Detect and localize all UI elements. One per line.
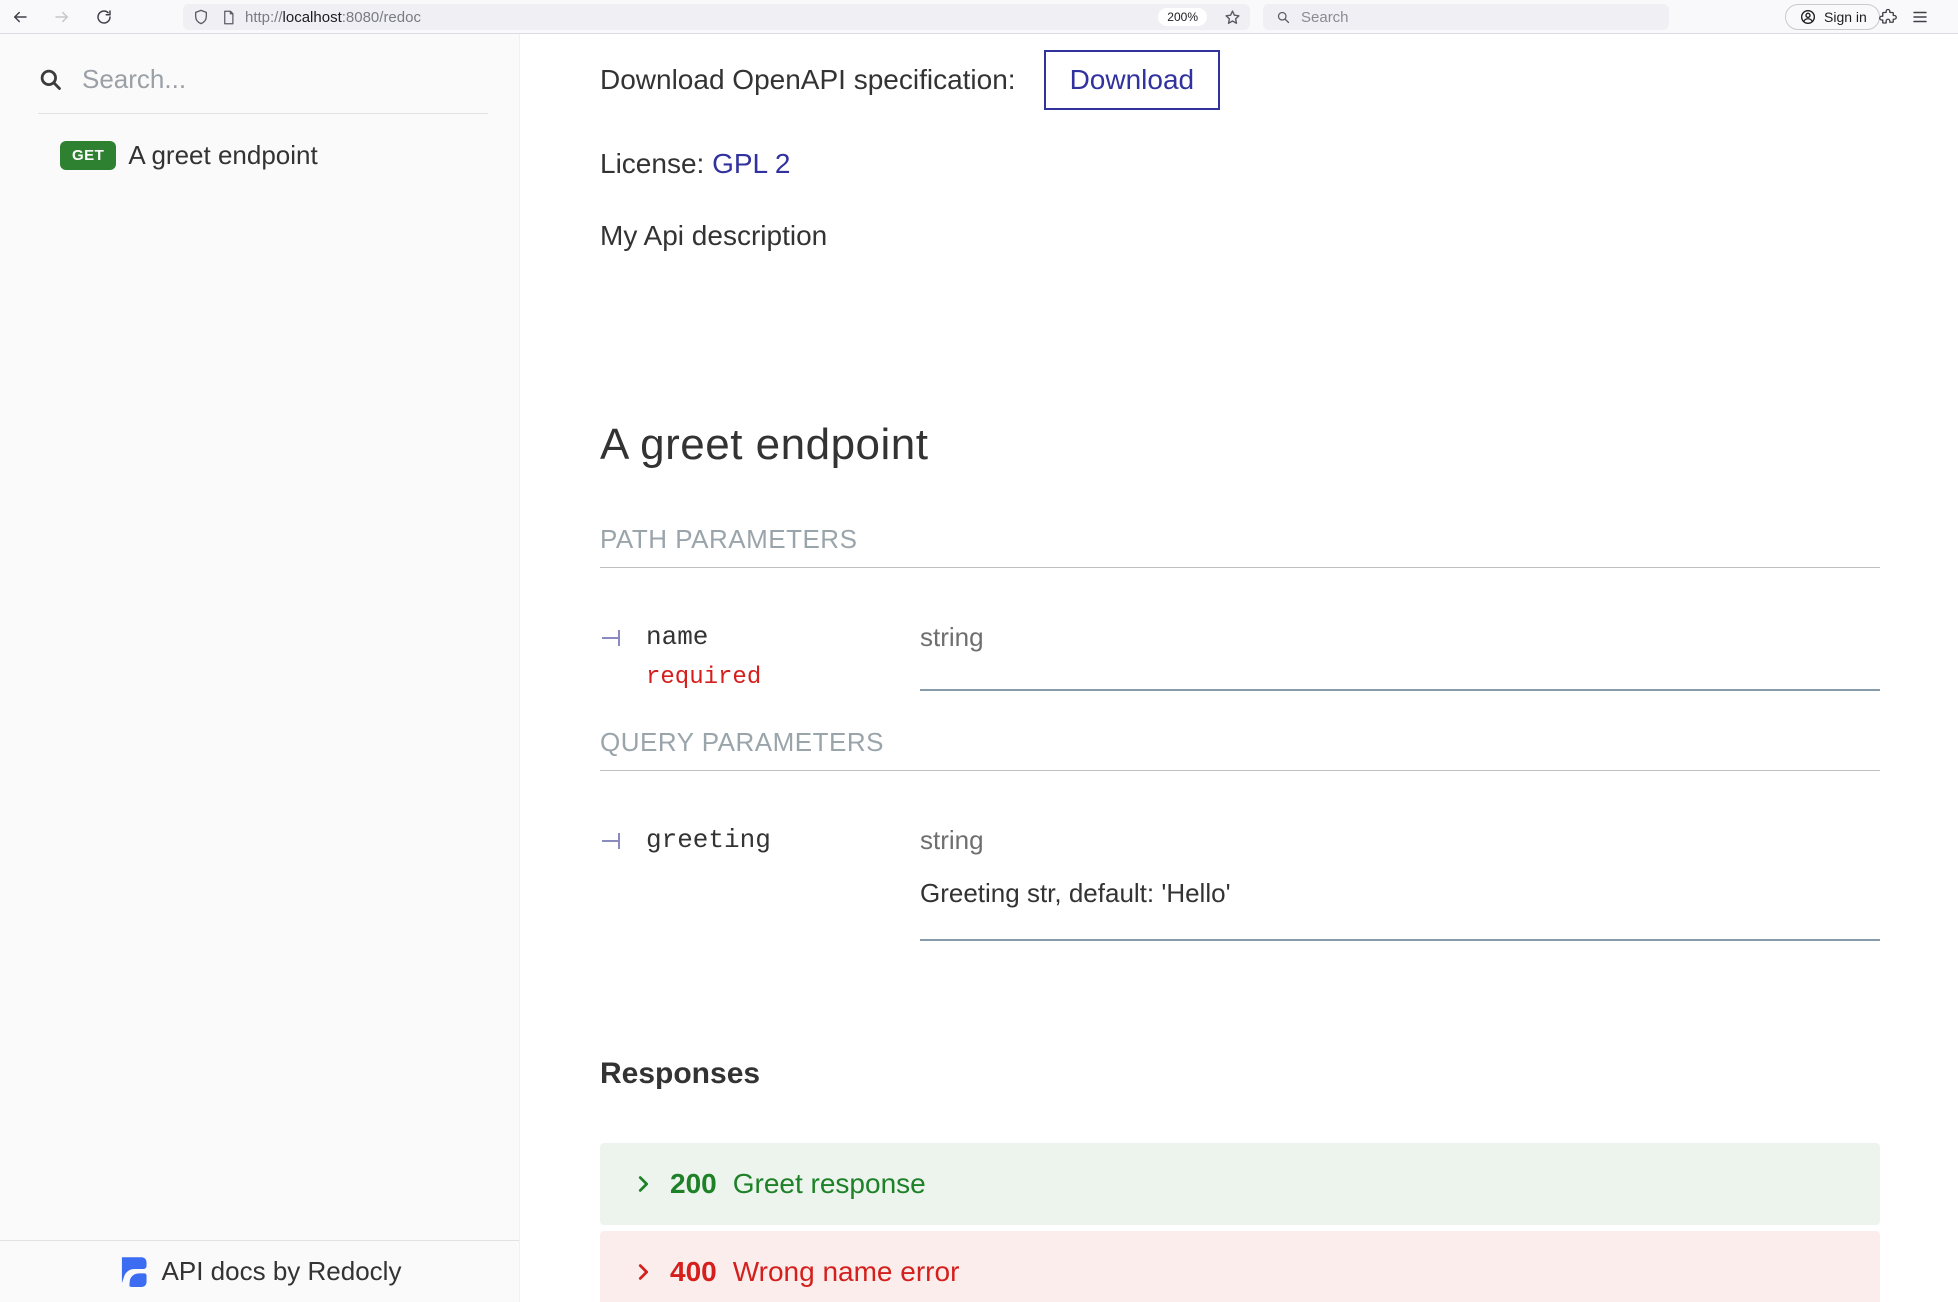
download-spec-label: Download OpenAPI specification: — [600, 64, 1016, 96]
param-detail-cell: string — [920, 622, 1880, 691]
extensions-icon[interactable] — [1878, 7, 1898, 27]
license-link[interactable]: GPL 2 — [712, 148, 790, 179]
chevron-right-icon — [632, 1261, 654, 1283]
responses-header: Responses — [600, 1057, 1880, 1091]
tree-connector-icon — [600, 625, 626, 651]
reload-icon[interactable] — [94, 7, 114, 27]
license-label: License: — [600, 148, 704, 179]
sidebar-item-greet-endpoint[interactable]: GET A greet endpoint — [60, 140, 500, 171]
http-method-badge: GET — [60, 141, 116, 170]
param-row-greeting: greeting string Greeting str, default: '… — [600, 825, 1880, 941]
chevron-right-icon — [632, 1173, 654, 1195]
redocly-logo-icon — [118, 1256, 148, 1288]
license-row: License: GPL 2 — [600, 148, 1880, 180]
query-parameters-header: QUERY PARAMETERS — [600, 727, 1880, 771]
docs-search[interactable] — [38, 64, 488, 114]
sidebar-item-label: A greet endpoint — [128, 140, 317, 171]
param-type: string — [920, 825, 1880, 856]
bookmark-star-icon[interactable] — [1222, 7, 1242, 27]
zoom-level-badge[interactable]: 200% — [1158, 8, 1207, 26]
url-text[interactable]: http://localhost:8080/redoc — [245, 9, 1151, 26]
hamburger-menu-icon[interactable] — [1910, 7, 1930, 27]
sign-in-label: Sign in — [1824, 9, 1867, 25]
param-description: Greeting str, default: 'Hello' — [920, 878, 1880, 909]
shield-icon[interactable] — [191, 7, 211, 27]
search-icon — [1273, 7, 1293, 27]
page-icon[interactable] — [218, 7, 238, 27]
docs-search-input[interactable] — [82, 64, 442, 95]
api-description: My Api description — [600, 220, 1880, 252]
download-row: Download OpenAPI specification: Download — [600, 50, 1880, 110]
param-name: greeting — [646, 825, 771, 855]
sign-in-button[interactable]: Sign in — [1785, 4, 1880, 30]
api-doc-content: Download OpenAPI specification: Download… — [520, 34, 1958, 1302]
response-label: Greet response — [733, 1168, 926, 1200]
forward-icon[interactable] — [52, 7, 72, 27]
param-name-cell: name required — [600, 622, 920, 691]
redocly-footer[interactable]: API docs by Redocly — [0, 1240, 519, 1302]
param-detail-cell: string Greeting str, default: 'Hello' — [920, 825, 1880, 941]
url-bar[interactable]: http://localhost:8080/redoc 200% — [183, 4, 1250, 30]
endpoint-title: A greet endpoint — [600, 420, 1880, 470]
docs-search-icon — [38, 67, 64, 93]
response-400-toggle[interactable]: 400 Wrong name error — [600, 1231, 1880, 1302]
param-required-flag: required — [646, 664, 761, 691]
browser-toolbar: http://localhost:8080/redoc 200% Search … — [0, 0, 1958, 34]
param-name: name — [646, 622, 761, 652]
response-code: 400 — [670, 1256, 717, 1288]
sidebar: GET A greet endpoint API docs by Redocly — [0, 34, 520, 1302]
param-type: string — [920, 622, 1880, 653]
back-icon[interactable] — [10, 7, 30, 27]
account-icon — [1798, 7, 1818, 27]
download-button[interactable]: Download — [1044, 50, 1221, 110]
browser-search-placeholder: Search — [1301, 9, 1349, 26]
response-200-toggle[interactable]: 200 Greet response — [600, 1143, 1880, 1225]
browser-search-bar[interactable]: Search — [1263, 4, 1669, 30]
param-name-cell: greeting — [600, 825, 920, 941]
tree-connector-icon — [600, 828, 626, 854]
param-row-name: name required string — [600, 622, 1880, 691]
redocly-footer-label: API docs by Redocly — [162, 1256, 402, 1287]
path-parameters-header: PATH PARAMETERS — [600, 524, 1880, 568]
response-code: 200 — [670, 1168, 717, 1200]
response-label: Wrong name error — [733, 1256, 960, 1288]
